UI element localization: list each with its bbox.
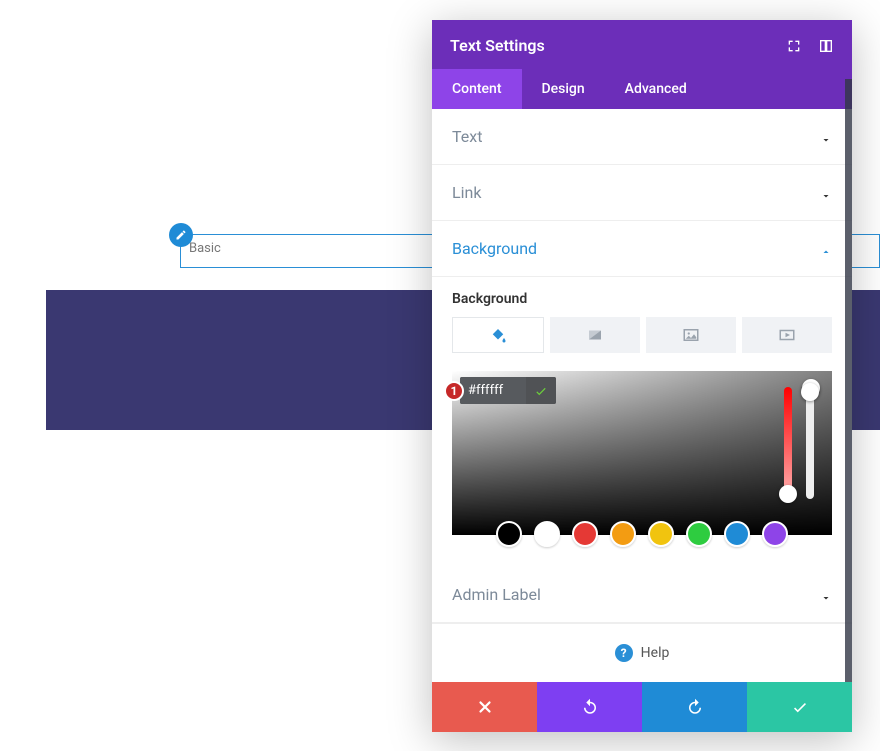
bg-type-gradient[interactable] (550, 317, 640, 353)
panel-scrollbar[interactable] (845, 79, 852, 682)
chevron-down-icon (820, 131, 832, 143)
swatch-black[interactable] (496, 521, 522, 547)
accordion-link-label: Link (452, 183, 481, 202)
color-swatches (452, 521, 832, 547)
redo-icon (686, 698, 704, 716)
bg-type-image[interactable] (646, 317, 736, 353)
panel-title: Text Settings (450, 36, 545, 55)
cancel-button[interactable] (432, 682, 537, 732)
help-icon: ? (615, 644, 633, 662)
tab-content[interactable]: Content (432, 69, 522, 109)
video-icon (778, 326, 796, 344)
image-icon (682, 326, 700, 344)
chevron-down-icon (820, 187, 832, 199)
tutorial-step-badge: 1 (444, 381, 464, 401)
save-button[interactable] (747, 682, 852, 732)
hex-confirm-button[interactable] (526, 377, 556, 404)
panel-tabs: Content Design Advanced (432, 69, 852, 109)
color-picker: 1 (452, 371, 832, 547)
paint-bucket-icon (489, 326, 507, 344)
tab-advanced[interactable]: Advanced (605, 69, 707, 109)
check-icon (534, 384, 548, 398)
chevron-up-icon (820, 243, 832, 255)
gradient-icon (586, 326, 604, 344)
chevron-down-icon (820, 589, 832, 601)
hue-thumb[interactable] (779, 485, 797, 503)
swatch-white[interactable] (534, 521, 560, 547)
bg-type-color[interactable] (452, 317, 544, 353)
background-type-tabs (452, 317, 832, 353)
panel-header[interactable]: Text Settings (432, 20, 852, 69)
panel-footer (432, 682, 852, 732)
check-icon (791, 698, 809, 716)
module-label: Basic (189, 241, 221, 256)
swatch-yellow[interactable] (648, 521, 674, 547)
undo-button[interactable] (537, 682, 642, 732)
help-label: Help (641, 645, 670, 661)
panel-body: Text Link Background Background (432, 109, 852, 682)
accordion-text-label: Text (452, 127, 482, 146)
alpha-slider[interactable] (806, 387, 814, 499)
pencil-icon (175, 229, 187, 241)
expand-icon[interactable] (786, 38, 802, 54)
accordion-admin-label[interactable]: Admin Label (432, 567, 852, 623)
text-settings-panel: Text Settings Content Design Advanced Te… (432, 20, 852, 732)
background-section: Background 1 (432, 291, 852, 567)
swatch-orange[interactable] (610, 521, 636, 547)
accordion-background-label: Background (452, 239, 537, 258)
close-icon (476, 698, 494, 716)
module-drag-handle[interactable] (169, 223, 193, 247)
alpha-thumb[interactable] (801, 383, 819, 401)
accordion-background[interactable]: Background (432, 221, 852, 277)
accordion-admin-label-text: Admin Label (452, 585, 541, 604)
background-field-label: Background (452, 291, 832, 307)
swatch-red[interactable] (572, 521, 598, 547)
swatch-blue[interactable] (724, 521, 750, 547)
snap-icon[interactable] (818, 38, 834, 54)
redo-button[interactable] (642, 682, 747, 732)
bg-type-video[interactable] (742, 317, 832, 353)
help-row[interactable]: ? Help (432, 623, 852, 682)
swatch-green[interactable] (686, 521, 712, 547)
accordion-text[interactable]: Text (432, 109, 852, 165)
swatch-purple[interactable] (762, 521, 788, 547)
accordion-link[interactable]: Link (432, 165, 852, 221)
tab-design[interactable]: Design (522, 69, 605, 109)
hue-slider[interactable] (784, 387, 792, 499)
hex-input[interactable] (460, 377, 526, 404)
undo-icon (581, 698, 599, 716)
